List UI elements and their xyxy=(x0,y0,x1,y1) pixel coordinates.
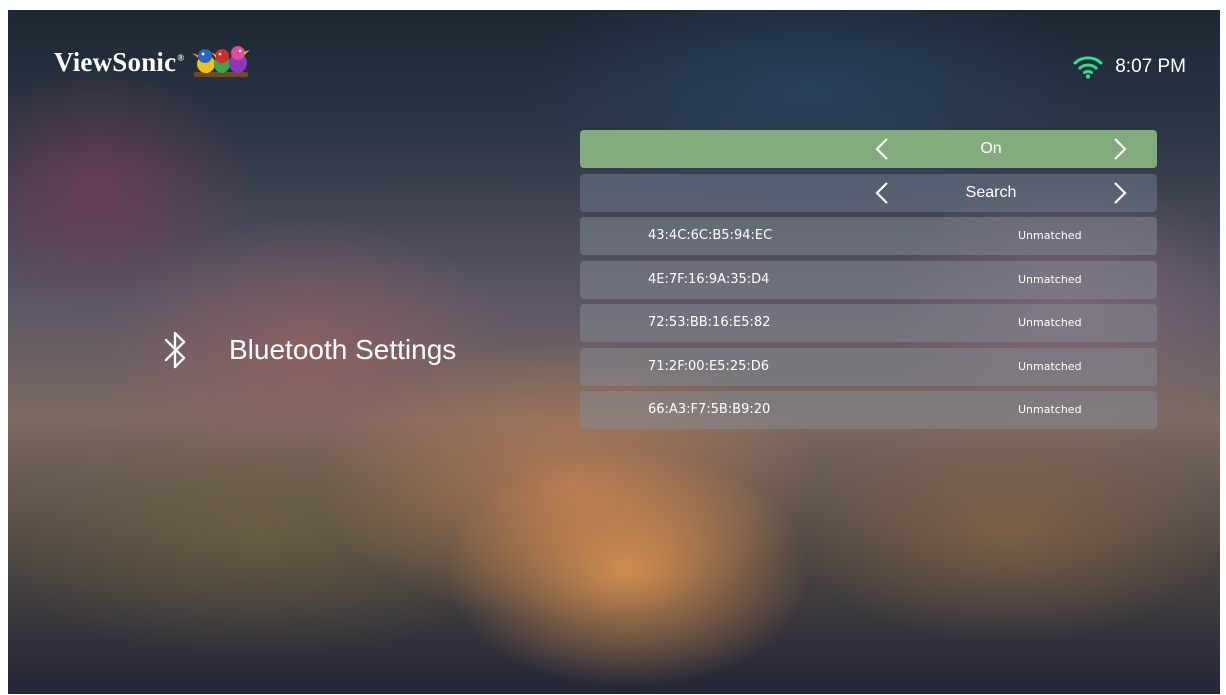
device-status: Unmatched xyxy=(1018,229,1082,242)
clock: 8:07 PM xyxy=(1115,56,1186,77)
chevron-right-icon[interactable] xyxy=(1110,137,1130,161)
device-row[interactable]: 72:53:BB:16:E5:82 Unmatched xyxy=(580,304,1157,342)
bluetooth-power-selector[interactable]: On xyxy=(580,130,1157,168)
device-address: 71:2F:00:E5:25:D6 xyxy=(648,358,770,374)
bluetooth-action-selector[interactable]: Search xyxy=(580,173,1157,212)
device-status: Unmatched xyxy=(1018,316,1082,329)
chevron-right-icon[interactable] xyxy=(1110,181,1130,205)
device-row[interactable]: 66:A3:F7:5B:B9:20 Unmatched xyxy=(580,391,1157,429)
status-bar: 8:07 PM xyxy=(1073,50,1186,84)
page-title: Bluetooth Settings xyxy=(229,334,457,365)
brand-logo: ViewSonic® xyxy=(54,40,251,84)
chevron-left-icon[interactable] xyxy=(872,137,892,161)
device-status: Unmatched xyxy=(1018,359,1082,373)
chevron-left-icon[interactable] xyxy=(872,181,892,205)
wifi-icon xyxy=(1073,56,1103,79)
tv-screen: ViewSonic® 8:07 PM Bluetooth Settings On… xyxy=(8,10,1220,694)
bluetooth-icon xyxy=(164,331,186,369)
device-address: 72:53:BB:16:E5:82 xyxy=(648,315,771,330)
device-address: 43:4C:6C:B5:94:EC xyxy=(648,228,773,243)
brand-name: ViewSonic® xyxy=(54,46,185,77)
bluetooth-power-value: On xyxy=(980,140,1002,157)
device-row[interactable]: 71:2F:00:E5:25:D6 Unmatched xyxy=(580,347,1157,386)
device-address: 4E:7F:16:9A:35:D4 xyxy=(648,271,770,287)
bluetooth-action-value: Search xyxy=(965,183,1017,201)
device-row[interactable]: 43:4C:6C:B5:94:EC Unmatched xyxy=(580,217,1157,255)
page-heading: Bluetooth Settings xyxy=(163,328,456,372)
birds-logo-icon xyxy=(192,46,251,77)
device-row[interactable]: 4E:7F:16:9A:35:D4 Unmatched xyxy=(580,260,1157,299)
device-address: 66:A3:F7:5B:B9:20 xyxy=(648,402,771,417)
device-status: Unmatched xyxy=(1018,272,1082,286)
bluetooth-settings-list: On Search 43:4C:6C:B5:94:EC Unmatched 4E… xyxy=(580,130,1157,435)
device-status: Unmatched xyxy=(1018,403,1082,416)
